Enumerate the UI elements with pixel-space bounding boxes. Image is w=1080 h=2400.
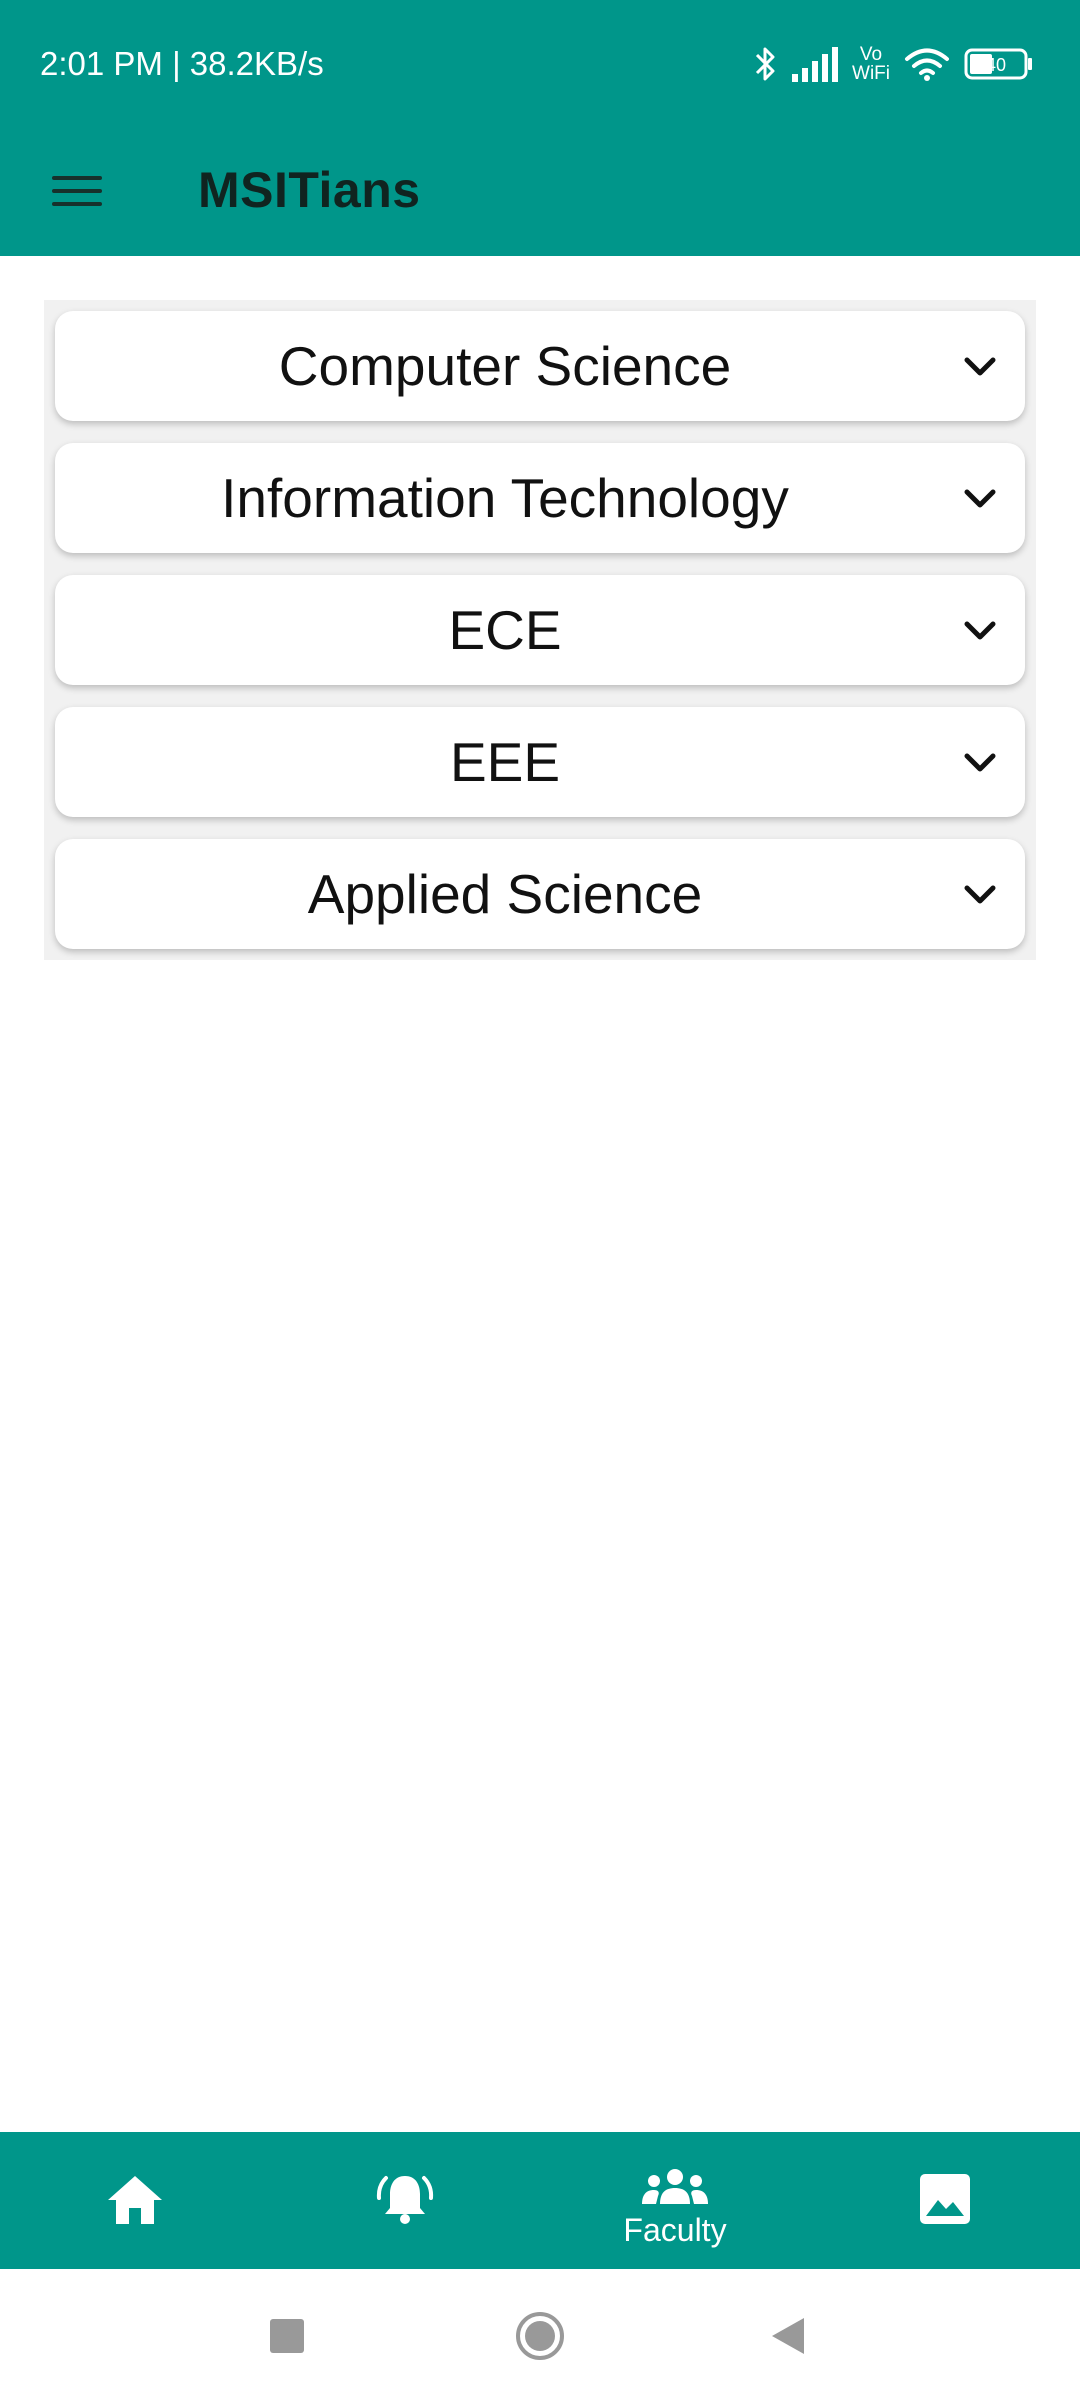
department-label: Computer Science	[278, 335, 732, 397]
department-label: Applied Science	[307, 863, 703, 925]
department-item-applied-science[interactable]: Applied Science	[55, 839, 1025, 949]
battery-icon: 40	[964, 47, 1034, 81]
back-triangle-icon[interactable]	[770, 2316, 806, 2356]
faculty-group-icon	[642, 2169, 708, 2204]
department-list: Computer Science Information Technology …	[44, 300, 1036, 960]
chevron-down-icon	[964, 489, 996, 508]
chevron-down-icon	[964, 753, 996, 772]
chevron-down-icon	[964, 621, 996, 640]
system-navigation-bar	[0, 2269, 1080, 2400]
bottom-navigation: Faculty	[0, 2132, 1080, 2269]
nav-label-faculty: Faculty	[623, 2212, 727, 2248]
nav-item-faculty[interactable]: Faculty	[540, 2132, 810, 2269]
department-item-eee[interactable]: EEE	[55, 707, 1025, 817]
bluetooth-icon	[754, 44, 778, 84]
department-item-computer-science[interactable]: Computer Science	[55, 311, 1025, 421]
nav-item-notifications[interactable]	[270, 2132, 540, 2269]
recents-square-icon[interactable]	[270, 2319, 304, 2353]
signal-icon	[792, 46, 839, 82]
vowifi-icon: Vo WiFi	[852, 44, 890, 84]
app-bar: MSITians	[0, 128, 1080, 256]
chevron-down-icon	[964, 885, 996, 904]
hamburger-menu-icon[interactable]	[50, 163, 106, 219]
app-title: MSITians	[198, 162, 421, 218]
wifi-icon	[904, 46, 950, 82]
department-item-ece[interactable]: ECE	[55, 575, 1025, 685]
department-item-information-technology[interactable]: Information Technology	[55, 443, 1025, 553]
chevron-down-icon	[964, 357, 996, 376]
battery-level: 40	[986, 55, 1006, 75]
status-bar: 2:01 PM | 38.2KB/s Vo WiFi 40	[0, 0, 1080, 128]
status-time: 2:01 PM | 38.2KB/s	[40, 45, 324, 82]
gallery-image-icon	[920, 2174, 970, 2224]
home-icon	[108, 2176, 162, 2224]
department-label: ECE	[448, 599, 562, 661]
home-circle-icon[interactable]	[515, 2311, 565, 2361]
nav-item-gallery[interactable]	[810, 2132, 1080, 2269]
department-label: Information Technology	[221, 467, 789, 529]
department-label: EEE	[449, 731, 561, 793]
notification-bell-icon	[376, 2176, 434, 2224]
status-icons: Vo WiFi 40	[754, 40, 1034, 88]
nav-item-home[interactable]	[0, 2132, 270, 2269]
